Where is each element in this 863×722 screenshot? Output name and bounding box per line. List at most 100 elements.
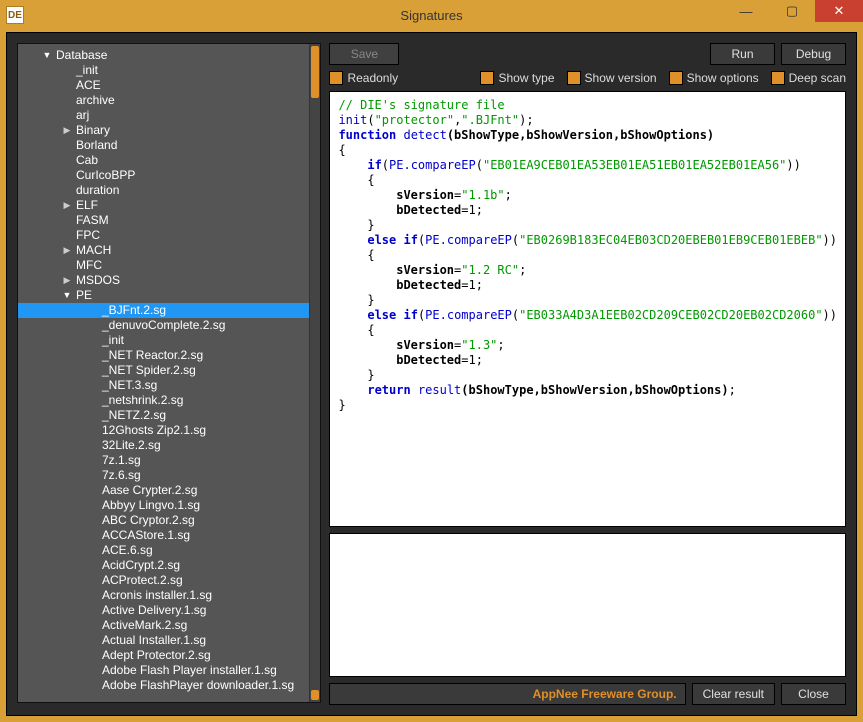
tree-item-label: Adept Protector.2.sg xyxy=(102,648,211,663)
tree-item[interactable]: _NETZ.2.sg xyxy=(18,408,309,423)
close-button[interactable]: Close xyxy=(781,683,846,705)
tree-item-label: duration xyxy=(76,183,119,198)
code-line: return result(bShowType,bShowVersion,bSh… xyxy=(338,383,837,398)
tree-item[interactable]: ABC Cryptor.2.sg xyxy=(18,513,309,528)
tree-item[interactable]: Aase Crypter.2.sg xyxy=(18,483,309,498)
deep-scan-label: Deep scan xyxy=(789,71,846,85)
checkbox-icon xyxy=(480,71,494,85)
tree-item-label: Adobe Flash Player installer.1.sg xyxy=(102,663,277,678)
run-button[interactable]: Run xyxy=(710,43,775,65)
signature-tree[interactable]: ▼Database_initACEarchivearj▶BinaryBorlan… xyxy=(18,44,309,702)
tree-item[interactable]: Acronis installer.1.sg xyxy=(18,588,309,603)
minimize-button[interactable]: — xyxy=(723,0,769,22)
code-editor[interactable]: // DIE's signature fileinit("protector",… xyxy=(329,91,846,527)
show-version-checkbox[interactable]: Show version xyxy=(567,71,657,85)
tree-item-label: Acronis installer.1.sg xyxy=(102,588,212,603)
tree-item-label: _NET Reactor.2.sg xyxy=(102,348,203,363)
debug-button[interactable]: Debug xyxy=(781,43,846,65)
tree-item[interactable]: Active Delivery.1.sg xyxy=(18,603,309,618)
window-body: ▼Database_initACEarchivearj▶BinaryBorlan… xyxy=(6,32,857,716)
maximize-button[interactable]: ▢ xyxy=(769,0,815,22)
readonly-checkbox[interactable]: Readonly xyxy=(329,71,398,85)
tree-item-label: _init xyxy=(76,63,98,78)
tree-item[interactable]: _init xyxy=(18,333,309,348)
tree-item[interactable]: duration xyxy=(18,183,309,198)
tree-item[interactable]: ▶ELF xyxy=(18,198,309,213)
tree-item[interactable]: arj xyxy=(18,108,309,123)
tree-item[interactable]: ▶MSDOS xyxy=(18,273,309,288)
save-button[interactable]: Save xyxy=(329,43,399,65)
tree-item[interactable]: CurIcoBPP xyxy=(18,168,309,183)
tree-item[interactable]: 32Lite.2.sg xyxy=(18,438,309,453)
status-link[interactable]: AppNee Freeware Group. xyxy=(533,687,677,701)
chevron-right-icon: ▶ xyxy=(62,243,72,258)
tree-item-label: _netshrink.2.sg xyxy=(102,393,183,408)
checkbox-icon xyxy=(669,71,683,85)
tree-item[interactable]: _denuvoComplete.2.sg xyxy=(18,318,309,333)
tree-item[interactable]: ACProtect.2.sg xyxy=(18,573,309,588)
tree-item-label: 7z.6.sg xyxy=(102,468,141,483)
code-line: else if(PE.compareEP("EB0269B183EC04EB03… xyxy=(338,233,837,248)
code-line: { xyxy=(338,323,837,338)
tree-item[interactable]: ▶ MACH xyxy=(18,243,309,258)
tree-item[interactable]: AcidCrypt.2.sg xyxy=(18,558,309,573)
scrollbar-bottom[interactable] xyxy=(311,690,319,700)
tree-item[interactable]: FASM xyxy=(18,213,309,228)
tree-item-label: MFC xyxy=(76,258,102,273)
tree-item[interactable]: ACCAStore.1.sg xyxy=(18,528,309,543)
tree-item[interactable]: 7z.6.sg xyxy=(18,468,309,483)
tree-item-label: Adobe FlashPlayer downloader.1.sg xyxy=(102,678,294,693)
tree-item[interactable]: Cab xyxy=(18,153,309,168)
tree-scrollbar[interactable] xyxy=(309,44,320,702)
code-line: // DIE's signature file xyxy=(338,98,837,113)
status-bar: AppNee Freeware Group. xyxy=(329,683,685,705)
tree-item-label: 32Lite.2.sg xyxy=(102,438,161,453)
tree-item-label: MACH xyxy=(76,243,111,258)
tree-item[interactable]: 12Ghosts Zip2.1.sg xyxy=(18,423,309,438)
tree-item[interactable]: ▼PE xyxy=(18,288,309,303)
tree-item-label: Database xyxy=(56,48,107,63)
tree-item[interactable]: 7z.1.sg xyxy=(18,453,309,468)
tree-item[interactable]: ActiveMark.2.sg xyxy=(18,618,309,633)
readonly-label: Readonly xyxy=(347,71,398,85)
tree-item[interactable]: _BJFnt.2.sg xyxy=(18,303,309,318)
tree-item[interactable]: Borland xyxy=(18,138,309,153)
tree-item-label: archive xyxy=(76,93,115,108)
tree-item[interactable]: Adobe Flash Player installer.1.sg xyxy=(18,663,309,678)
code-line: } xyxy=(338,398,837,413)
tree-item[interactable]: _netshrink.2.sg xyxy=(18,393,309,408)
code-line: sVersion="1.1b"; xyxy=(338,188,837,203)
tree-item[interactable]: Adept Protector.2.sg xyxy=(18,648,309,663)
tree-item[interactable]: _NET Reactor.2.sg xyxy=(18,348,309,363)
output-area[interactable] xyxy=(329,533,846,677)
tree-item[interactable]: _init xyxy=(18,63,309,78)
tree-item-label: ActiveMark.2.sg xyxy=(102,618,187,633)
tree-item[interactable]: ACE.6.sg xyxy=(18,543,309,558)
tree-item-label: FASM xyxy=(76,213,109,228)
tree-item[interactable]: ACE xyxy=(18,78,309,93)
tree-item-label: 12Ghosts Zip2.1.sg xyxy=(102,423,206,438)
code-line: sVersion="1.3"; xyxy=(338,338,837,353)
tree-item[interactable]: ▼Database xyxy=(18,48,309,63)
tree-item[interactable]: Abbyy Lingvo.1.sg xyxy=(18,498,309,513)
tree-item-label: ABC Cryptor.2.sg xyxy=(102,513,195,528)
code-line: { xyxy=(338,143,837,158)
checkbox-icon xyxy=(567,71,581,85)
tree-item[interactable]: Adobe FlashPlayer downloader.1.sg xyxy=(18,678,309,693)
signature-tree-panel: ▼Database_initACEarchivearj▶BinaryBorlan… xyxy=(17,43,321,703)
tree-item[interactable]: ▶Binary xyxy=(18,123,309,138)
deep-scan-checkbox[interactable]: Deep scan xyxy=(771,71,846,85)
tree-item[interactable]: archive xyxy=(18,93,309,108)
show-options-checkbox[interactable]: Show options xyxy=(669,71,759,85)
window-close-button[interactable]: ✕ xyxy=(815,0,863,22)
tree-item[interactable]: Actual Installer.1.sg xyxy=(18,633,309,648)
tree-item[interactable]: MFC xyxy=(18,258,309,273)
show-type-checkbox[interactable]: Show type xyxy=(480,71,554,85)
code-line: } xyxy=(338,368,837,383)
tree-item[interactable]: _NET.3.sg xyxy=(18,378,309,393)
tree-item[interactable]: FPC xyxy=(18,228,309,243)
tree-item[interactable]: _NET Spider.2.sg xyxy=(18,363,309,378)
clear-result-button[interactable]: Clear result xyxy=(692,683,775,705)
scrollbar-thumb[interactable] xyxy=(311,46,319,98)
code-line: sVersion="1.2 RC"; xyxy=(338,263,837,278)
